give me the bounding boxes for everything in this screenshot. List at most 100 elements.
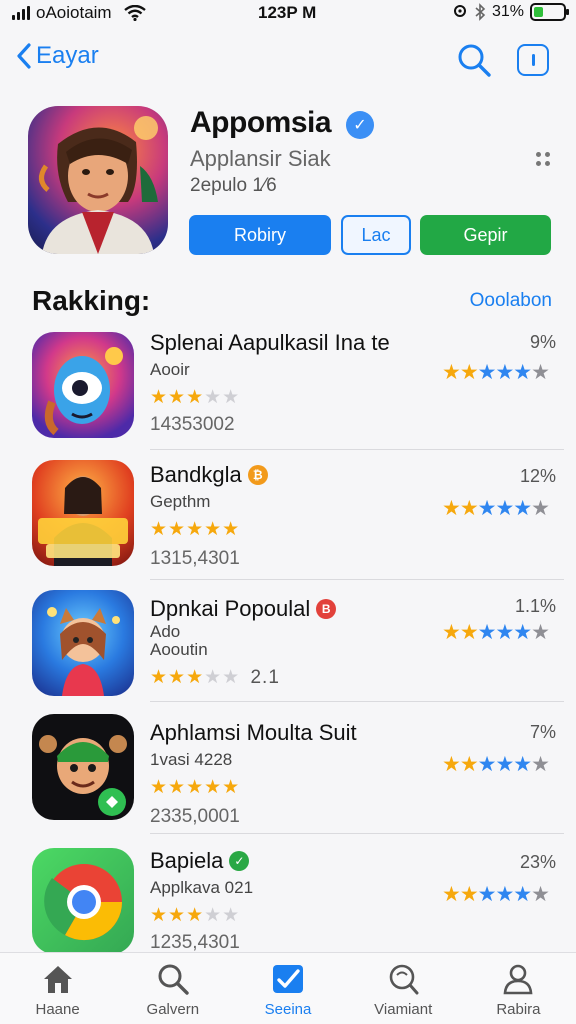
battery-icon bbox=[530, 3, 569, 21]
section-title: Rakking: bbox=[32, 285, 151, 316]
search-alt-icon bbox=[389, 964, 419, 995]
character-art-icon bbox=[39, 116, 158, 254]
cartoon-girl-icon bbox=[47, 607, 120, 696]
back-label: Eayar bbox=[36, 42, 99, 69]
app-title: Bandkgla ₿ bbox=[150, 462, 268, 488]
app-icon[interactable] bbox=[32, 714, 134, 820]
bluetooth-icon bbox=[475, 3, 486, 21]
section-see-all-link[interactable]: Ooolabon bbox=[470, 290, 552, 312]
search-icon bbox=[158, 964, 189, 995]
tab-discover[interactable]: Viamiant bbox=[346, 953, 461, 1024]
game-poster-icon bbox=[38, 476, 128, 566]
divider bbox=[150, 833, 564, 834]
home-icon bbox=[43, 966, 72, 993]
app-review-count: 14353002 bbox=[150, 414, 235, 435]
app-icon[interactable] bbox=[32, 590, 134, 696]
featured-app-icon[interactable] bbox=[28, 106, 168, 254]
app-star-rating: ★★★★★ bbox=[150, 519, 241, 540]
app-subtitle: Gepthm bbox=[150, 492, 211, 511]
list-item[interactable]: Aphlamsi Moulta Suit 1vasi 4228 ★★★★★ 23… bbox=[0, 706, 576, 834]
app-rating-stars: ★★★★★★ bbox=[442, 361, 550, 384]
browser-logo-icon bbox=[44, 864, 123, 941]
primary-button[interactable]: Robiry bbox=[189, 215, 331, 255]
app-rating-stars: ★★★★★★ bbox=[442, 621, 550, 644]
app-percent: 7% bbox=[529, 722, 556, 742]
person-icon bbox=[503, 964, 533, 995]
app-rating-stars: ★★★★★★ bbox=[442, 497, 550, 520]
tab-label: Rabira bbox=[496, 1001, 541, 1018]
divider bbox=[150, 579, 564, 580]
tab-profile[interactable]: Rabira bbox=[461, 953, 576, 1024]
group-faces-icon bbox=[39, 735, 127, 816]
app-star-rating: ★★★★★ bbox=[150, 387, 241, 408]
get-button[interactable]: Gepir bbox=[420, 215, 551, 255]
app-title: Bapiela ✓ bbox=[150, 848, 250, 874]
info-icon bbox=[531, 54, 535, 66]
app-title: Dpnkai Popoulal B bbox=[150, 596, 337, 622]
location-icon bbox=[453, 5, 466, 17]
app-rating-stars: ★★★★★★ bbox=[442, 753, 550, 776]
status-right: 31% bbox=[452, 3, 569, 21]
search-button[interactable] bbox=[456, 42, 492, 83]
tab-search[interactable]: Galvern bbox=[115, 953, 230, 1024]
battery-percent: 31% bbox=[491, 3, 524, 20]
list-item[interactable]: Splenai Aapulkasil Ina te Aooir ★★★★★ 14… bbox=[0, 322, 576, 450]
badge-icon: ✓ bbox=[229, 851, 250, 871]
app-review-count: 1235,4301 bbox=[150, 932, 240, 953]
alien-character-icon bbox=[44, 347, 123, 436]
app-rating-value: 2.1 bbox=[250, 667, 280, 688]
verified-badge-icon: ✓ bbox=[346, 111, 374, 139]
app-percent: 1.1% bbox=[514, 596, 556, 616]
app-subtitle-secondary: Aooutin bbox=[150, 640, 208, 659]
app-star-rating: ★★★★★ bbox=[150, 777, 241, 798]
featured-app-title[interactable]: Appomsia bbox=[190, 106, 332, 140]
app-subtitle: Applkava 021 bbox=[150, 878, 254, 897]
more-options-icon[interactable] bbox=[536, 152, 550, 166]
app-icon[interactable] bbox=[32, 848, 134, 954]
carrier-label: oAoiotaim bbox=[36, 3, 112, 22]
chevron-left-icon bbox=[17, 43, 31, 69]
status-bar: oAoiotaim 123P M 31% bbox=[0, 0, 576, 28]
list-item[interactable]: Dpnkai Popoulal B Ado Aooutin ★★★★★ 2.1 1… bbox=[0, 584, 576, 702]
battery-fill bbox=[534, 7, 543, 17]
featured-app-subtitle: Applansir Siak bbox=[190, 146, 331, 171]
app-review-count: 2335,0001 bbox=[150, 806, 240, 827]
app-review-count: 1315,4301 bbox=[150, 548, 240, 569]
badge-icon: B bbox=[316, 599, 337, 619]
app-title: Aphlamsi Moulta Suit bbox=[150, 720, 357, 745]
list-item[interactable]: Bandkgla ₿ Gepthm ★★★★★ 1315,4301 12% ★★★… bbox=[0, 452, 576, 580]
status-time: 123P M bbox=[258, 3, 317, 22]
outline-button[interactable]: Lac bbox=[341, 215, 411, 255]
divider bbox=[150, 449, 564, 450]
tab-selected[interactable]: Seeina bbox=[230, 953, 345, 1024]
app-percent: 12% bbox=[519, 466, 556, 486]
app-subtitle: 1vasi 4228 bbox=[150, 750, 233, 769]
tab-label: Viamiant bbox=[374, 1001, 433, 1018]
app-icon[interactable] bbox=[32, 332, 134, 438]
app-title: Splenai Aapulkasil Ina te bbox=[150, 330, 390, 355]
tab-label: Seeina bbox=[264, 1001, 312, 1018]
tab-home[interactable]: Haane bbox=[0, 953, 115, 1024]
app-icon[interactable] bbox=[32, 460, 134, 566]
wifi-icon bbox=[123, 5, 146, 21]
nav-bar: Eayar bbox=[0, 40, 576, 84]
badge-icon: ₿ bbox=[247, 465, 268, 485]
app-percent: 9% bbox=[529, 332, 556, 352]
tab-bar: Haane Galvern Seeina Viamiant Rabira bbox=[0, 952, 576, 1024]
app-rating-stars: ★★★★★★ bbox=[442, 883, 550, 906]
app-subtitle: Aooir bbox=[150, 360, 190, 379]
app-subtitle: Ado bbox=[150, 622, 181, 641]
search-icon bbox=[458, 44, 491, 77]
back-button[interactable]: Eayar bbox=[16, 42, 99, 70]
info-button[interactable] bbox=[517, 44, 549, 76]
signal-icon bbox=[12, 6, 30, 20]
app-star-rating: ★★★★★ bbox=[150, 905, 241, 926]
list-item[interactable]: Bapiela ✓ Applkava 021 ★★★★★ 1235,4301 23… bbox=[0, 838, 576, 954]
status-left: oAoiotaim bbox=[12, 3, 146, 23]
check-icon bbox=[273, 965, 303, 993]
app-star-rating: ★★★★★ 2.1 bbox=[150, 667, 280, 688]
divider bbox=[150, 701, 564, 702]
featured-app-size: 2epulo 1⁄6 bbox=[190, 175, 277, 196]
tab-label: Galvern bbox=[146, 1001, 200, 1018]
tab-label: Haane bbox=[35, 1001, 80, 1018]
